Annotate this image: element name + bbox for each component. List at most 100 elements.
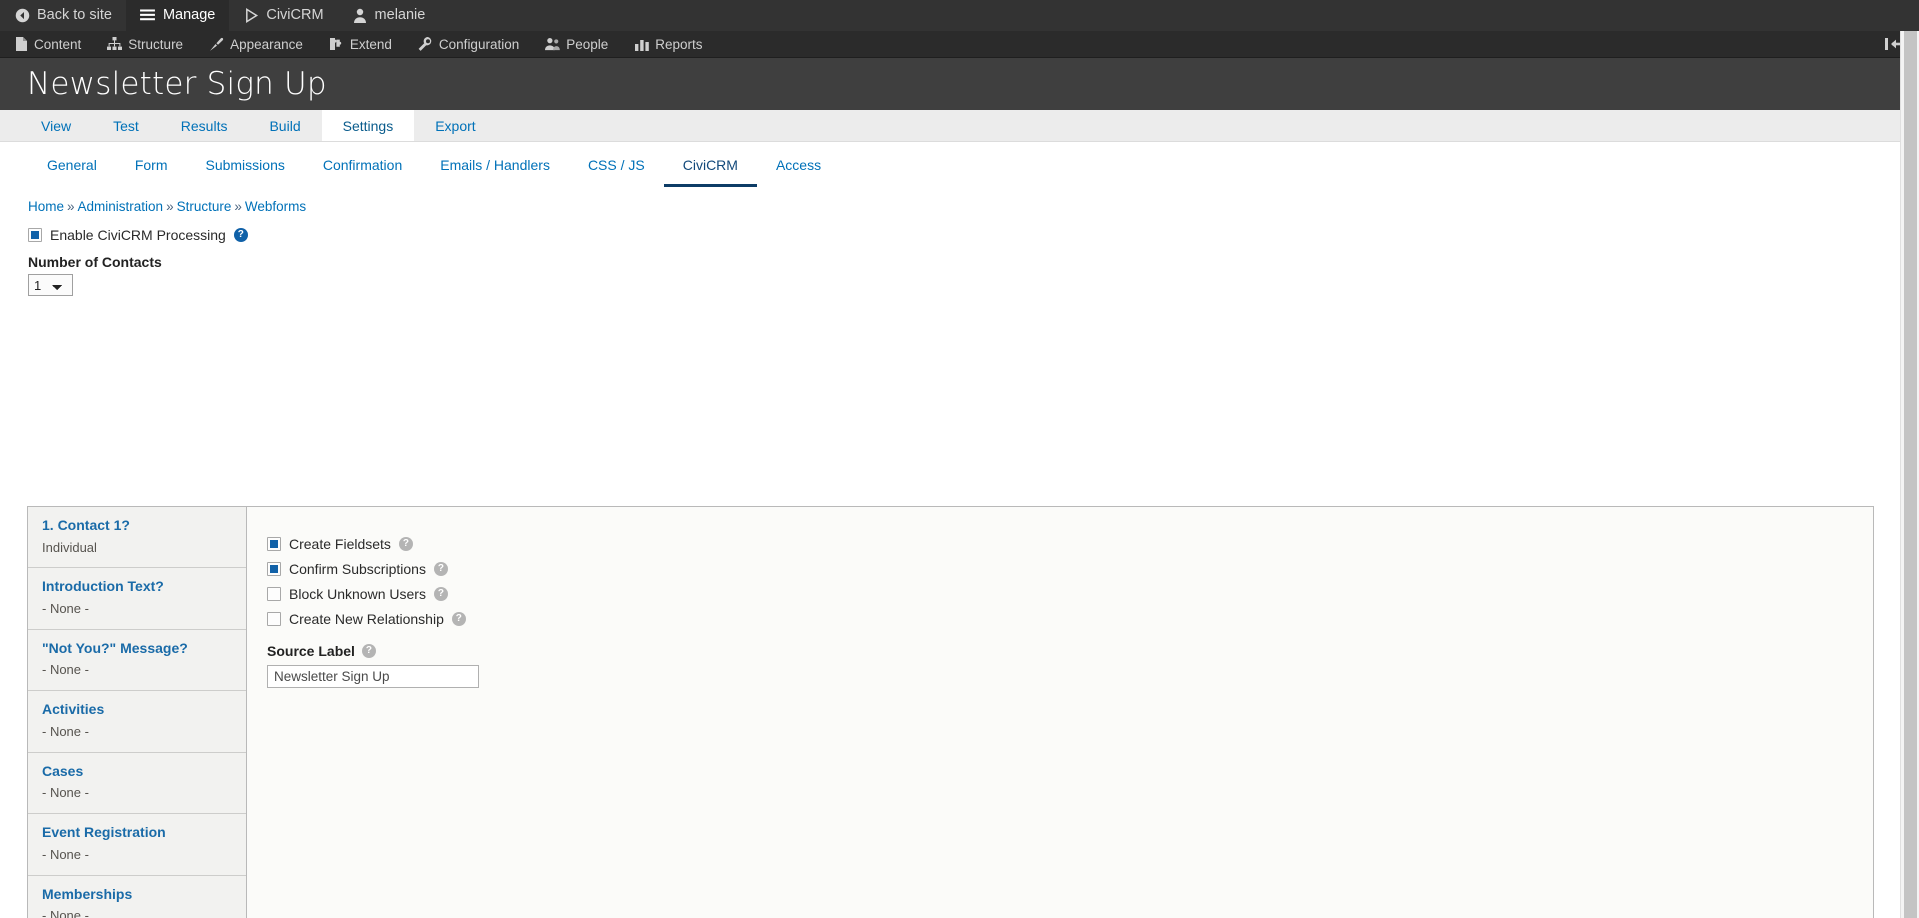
subtab-label: Access	[775, 156, 822, 173]
subtab-label: CSS / JS	[587, 156, 645, 173]
list-item[interactable]: 1. Contact 1? Individual	[28, 507, 246, 569]
civicrm-triangle-icon	[243, 8, 259, 24]
toolbar-tab-label: Back to site	[37, 7, 112, 23]
toolbar-tab-civicrm[interactable]: CiviCRM	[229, 0, 337, 31]
tray-item-appearance[interactable]: Appearance	[196, 31, 316, 57]
list-item-title: Cases	[42, 762, 84, 779]
confirm-subscriptions-checkbox[interactable]	[267, 562, 281, 576]
subtab-confirmation[interactable]: Confirmation	[304, 145, 421, 187]
question-mark-help-icon[interactable]: ?	[433, 562, 448, 576]
tray-item-label: Configuration	[438, 36, 520, 52]
toolbar-tab-back-to-site[interactable]: Back to site	[0, 0, 126, 31]
subtab-label: General	[47, 156, 97, 173]
list-item[interactable]: Activities - None -	[28, 691, 246, 753]
list-item-title: Introduction Text?	[42, 578, 164, 595]
subtab-label: Submissions	[205, 156, 285, 173]
paintbrush-icon	[209, 37, 224, 52]
civicrm-section-list[interactable]: 1. Contact 1? Individual Introduction Te…	[28, 507, 247, 918]
breadcrumb-link-structure[interactable]: Structure	[177, 199, 232, 214]
tab-results[interactable]: Results	[160, 110, 249, 141]
create-new-relationship-label[interactable]: Create New Relationship	[289, 611, 444, 627]
subtab-label: Form	[134, 156, 168, 173]
main-content: Home» Administration» Structure» Webforms E…	[0, 187, 1919, 918]
tray-item-content[interactable]: Content	[0, 31, 94, 57]
tray-item-label: Extend	[349, 36, 392, 52]
create-new-relationship-checkbox[interactable]	[267, 612, 281, 626]
list-item-subtitle: - None -	[42, 662, 89, 678]
subtab-label: Confirmation	[322, 156, 403, 173]
list-item[interactable]: Cases - None -	[28, 752, 246, 815]
subtab-css-js[interactable]: CSS / JS	[569, 145, 664, 187]
subtab-access[interactable]: Access	[757, 145, 840, 187]
tray-item-structure[interactable]: Structure	[94, 31, 196, 57]
subtab-form[interactable]: Form	[116, 145, 187, 187]
confirm-subscriptions-label[interactable]: Confirm Subscriptions	[289, 561, 426, 577]
tab-label: View	[41, 117, 72, 134]
subtab-general[interactable]: General	[28, 145, 116, 187]
create-fieldsets-checkbox[interactable]	[267, 537, 281, 551]
page-title: Newsletter Sign Up	[27, 66, 327, 102]
breadcrumb-separator: »	[234, 199, 242, 214]
toolbar-tab-label: Manage	[162, 7, 216, 23]
subtab-civicrm[interactable]: CiviCRM	[663, 145, 757, 187]
enable-civicrm-processing-checkbox[interactable]	[28, 228, 42, 242]
block-unknown-users-label[interactable]: Block Unknown Users	[289, 586, 426, 602]
enable-civicrm-processing-label[interactable]: Enable CiviCRM Processing	[50, 227, 226, 243]
list-item-title: Memberships	[42, 885, 133, 902]
subtab-emails-handlers[interactable]: Emails / Handlers	[421, 145, 569, 187]
block-unknown-users-checkbox[interactable]	[267, 587, 281, 601]
block-unknown-users-field: Block Unknown Users ?	[267, 586, 1873, 602]
question-mark-help-icon[interactable]: ?	[233, 228, 248, 242]
number-of-contacts-label: Number of Contacts	[28, 254, 162, 270]
tab-test[interactable]: Test	[92, 110, 160, 141]
number-of-contacts-select[interactable]: 1234 5678 910	[28, 274, 73, 296]
subtab-submissions[interactable]: Submissions	[186, 145, 303, 187]
breadcrumb-link-webforms[interactable]: Webforms	[245, 199, 306, 214]
tray-item-label: Appearance	[230, 36, 303, 52]
question-mark-help-icon[interactable]: ?	[361, 644, 376, 658]
tab-view[interactable]: View	[20, 110, 92, 141]
civicrm-additional-options-pane: Create Fieldsets ? Confirm Subscriptions…	[247, 507, 1873, 918]
tray-item-people[interactable]: People	[532, 31, 621, 57]
tray-item-label: Reports	[655, 36, 703, 52]
list-item[interactable]: Introduction Text? - None -	[28, 568, 246, 630]
wrench-icon	[418, 36, 433, 52]
breadcrumb: Home» Administration» Structure» Webforms	[0, 187, 1919, 220]
list-item-title: 1. Contact 1?	[42, 517, 130, 533]
breadcrumb-link-administration[interactable]: Administration	[78, 199, 164, 214]
tray-item-reports[interactable]: Reports	[621, 31, 715, 57]
enable-processing-row: Enable CiviCRM Processing ?	[0, 227, 1919, 243]
list-item[interactable]: Event Registration - None -	[28, 814, 246, 876]
tray-item-configuration[interactable]: Configuration	[405, 31, 532, 57]
create-fieldsets-label[interactable]: Create Fieldsets	[289, 536, 391, 552]
page-scrollbar[interactable]	[1900, 31, 1919, 918]
list-item[interactable]: Memberships - None -	[28, 875, 246, 918]
tray-item-extend[interactable]: Extend	[316, 31, 405, 57]
question-mark-help-icon[interactable]: ?	[451, 612, 466, 626]
tab-build[interactable]: Build	[248, 110, 321, 141]
tab-settings[interactable]: Settings	[321, 110, 415, 141]
tab-export[interactable]: Export	[414, 110, 496, 141]
breadcrumb-separator: »	[67, 199, 75, 214]
list-item[interactable]: "Not You?" Message? - None -	[28, 629, 246, 692]
list-item-title: Event Registration	[42, 824, 166, 841]
create-new-relationship-field: Create New Relationship ?	[267, 611, 1873, 627]
enable-civicrm-processing-field: Enable CiviCRM Processing ?	[28, 227, 1919, 243]
list-item-subtitle: - None -	[42, 846, 89, 862]
tab-label: Export	[435, 117, 476, 134]
tab-label: Settings	[342, 117, 394, 134]
list-item-title: "Not You?" Message?	[42, 639, 188, 656]
breadcrumb-link-home[interactable]: Home	[28, 199, 64, 214]
toolbar-tab-user-account[interactable]: melanie	[338, 0, 440, 31]
question-mark-help-icon[interactable]: ?	[398, 537, 413, 551]
source-label-input[interactable]	[267, 665, 479, 688]
source-label-field: Source Label ?	[267, 643, 1873, 688]
page-scrollbar-thumb[interactable]	[1904, 31, 1917, 918]
source-label-header: Source Label ?	[267, 643, 1873, 659]
toolbar-tab-manage[interactable]: Manage	[125, 0, 230, 31]
admin-toolbar: Back to site Manage CiviCRM melanie	[0, 0, 1919, 31]
list-item-subtitle: - None -	[42, 723, 89, 739]
puzzle-piece-icon	[329, 37, 344, 52]
admin-toolbar-tray: Content Structure Appearance Extend Conf…	[0, 31, 1919, 58]
question-mark-help-icon[interactable]: ?	[433, 587, 448, 601]
